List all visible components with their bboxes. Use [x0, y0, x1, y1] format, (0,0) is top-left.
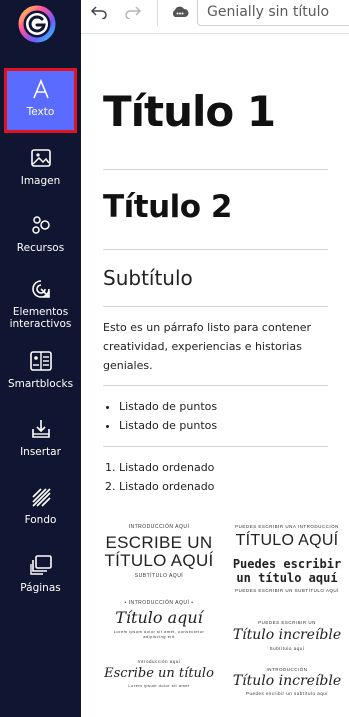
divider [103, 249, 328, 250]
sidebar-item-label: Texto [26, 106, 55, 118]
template-subtitle: Subtítulo aquí [269, 646, 305, 651]
template-subtitle: Puedes escribir un subtítulo aquí [245, 691, 329, 696]
pages-icon [28, 552, 54, 578]
title-1-style[interactable]: Título 1 [103, 87, 328, 136]
top-toolbar: Genially sin título [81, 0, 349, 34]
template-intro: • INTRODUCCIÓN AQUÍ • [124, 600, 194, 606]
text-template-5[interactable]: Introducción aquí Escribe un título Lore… [103, 659, 215, 688]
divider [103, 306, 328, 307]
template-intro: PUEDES ESCRIBIR UN [258, 620, 316, 625]
ordered-list-style[interactable]: Listado ordenado Listado ordenado [103, 458, 328, 496]
subtitle-style[interactable]: Subtítulo [103, 266, 328, 290]
cloud-sync-button[interactable] [166, 0, 194, 28]
text-template-1[interactable]: INTRODUCCIÓN AQUÍ ESCRIBE UN TÍTULO AQUÍ… [103, 524, 215, 579]
sidebar-item-paginas[interactable]: Páginas [0, 552, 81, 594]
sidebar-item-label: Smartblocks [7, 378, 74, 390]
list-item: Listado de puntos [119, 416, 328, 435]
undo-icon [90, 5, 107, 24]
undo-button[interactable] [85, 0, 113, 28]
list-item: Listado ordenado [119, 458, 328, 477]
template-title: Título increíble [232, 627, 342, 643]
text-template-4[interactable]: PUEDES ESCRIBIR UN Título increíble Subt… [231, 620, 343, 651]
divider [103, 446, 328, 447]
template-subtitle: Lorem ipsum dolor sit amet [128, 683, 190, 688]
text-icon [28, 76, 54, 102]
sidebar-item-label: Elementos interactivos [9, 306, 72, 330]
sidebar-item-imagen[interactable]: Imagen [0, 145, 81, 187]
sidebar-item-recursos[interactable]: Recursos [0, 212, 81, 254]
text-template-6[interactable]: INTRODUCCIÓN Título increíble Puedes esc… [231, 667, 343, 696]
template-title: Título increíble [232, 673, 342, 689]
sidebar-item-fondo[interactable]: Fondo [0, 484, 81, 526]
divider [103, 385, 328, 386]
interactive-icon [28, 276, 54, 302]
document-title-input[interactable]: Genially sin título [197, 0, 349, 26]
cloud-icon [171, 5, 189, 24]
sidebar-item-insertar[interactable]: Insertar [0, 416, 81, 458]
template-intro: PUEDES ESCRIBIR UNA INTRODUCCIÓN [235, 524, 339, 529]
template-subtitle: PUEDES ESCRIBIR UN SUBTÍTULO AQUÍ [235, 588, 339, 593]
divider [103, 169, 328, 170]
template-intro: INTRODUCCIÓN [266, 667, 308, 672]
insert-icon [28, 416, 54, 442]
list-item: Listado de puntos [119, 397, 328, 416]
toolbar-divider [157, 0, 158, 26]
template-subtitle: Lorem ipsum dolor sit amet, consectetur … [113, 629, 205, 639]
text-template-3[interactable]: • INTRODUCCIÓN AQUÍ • Título aquí Lorem … [103, 600, 215, 639]
sidebar-item-label: Imagen [20, 175, 61, 187]
redo-icon [125, 5, 142, 24]
paragraph-style[interactable]: Esto es un párrafo listo para contener c… [103, 318, 328, 375]
redo-button[interactable] [119, 0, 147, 28]
smartblocks-icon [28, 348, 54, 374]
template-title: TÍTULO AQUÍ [235, 532, 339, 549]
template-title-secondary: Puedes escribir un título aquí [232, 557, 342, 585]
template-intro: Introducción aquí [137, 659, 181, 664]
template-subtitle: SUBTÍTULO AQUÍ [134, 573, 184, 579]
image-icon [28, 145, 54, 171]
sidebar-item-elementos-interactivos[interactable]: Elementos interactivos [0, 276, 81, 330]
template-intro: INTRODUCCIÓN AQUÍ [128, 524, 190, 530]
title-2-style[interactable]: Título 2 [103, 189, 328, 225]
sidebar-item-label: Fondo [24, 514, 57, 526]
resources-icon [28, 212, 54, 238]
template-title: Título aquí [115, 608, 203, 627]
sidebar-item-label: Páginas [20, 582, 61, 594]
sidebar-item-smartblocks[interactable]: Smartblocks [0, 348, 81, 390]
genially-logo-icon[interactable] [17, 4, 57, 44]
text-panel: Título 1 Título 2 Subtítulo Esto es un p… [81, 35, 349, 717]
text-template-2[interactable]: PUEDES ESCRIBIR UNA INTRODUCCIÓN TÍTULO … [231, 524, 343, 593]
background-icon [28, 484, 54, 510]
sidebar: Texto Imagen Recursos Elementos interact… [0, 0, 81, 717]
template-title: Escribe un título [104, 666, 214, 681]
list-item: Listado ordenado [119, 477, 328, 496]
sidebar-item-label: Insertar [20, 446, 61, 458]
sidebar-item-label: Recursos [16, 242, 65, 254]
sidebar-item-texto[interactable]: Texto [0, 76, 81, 118]
bullet-list-style[interactable]: Listado de puntos Listado de puntos [103, 397, 328, 435]
template-title: ESCRIBE UN TÍTULO AQUÍ [104, 533, 214, 570]
